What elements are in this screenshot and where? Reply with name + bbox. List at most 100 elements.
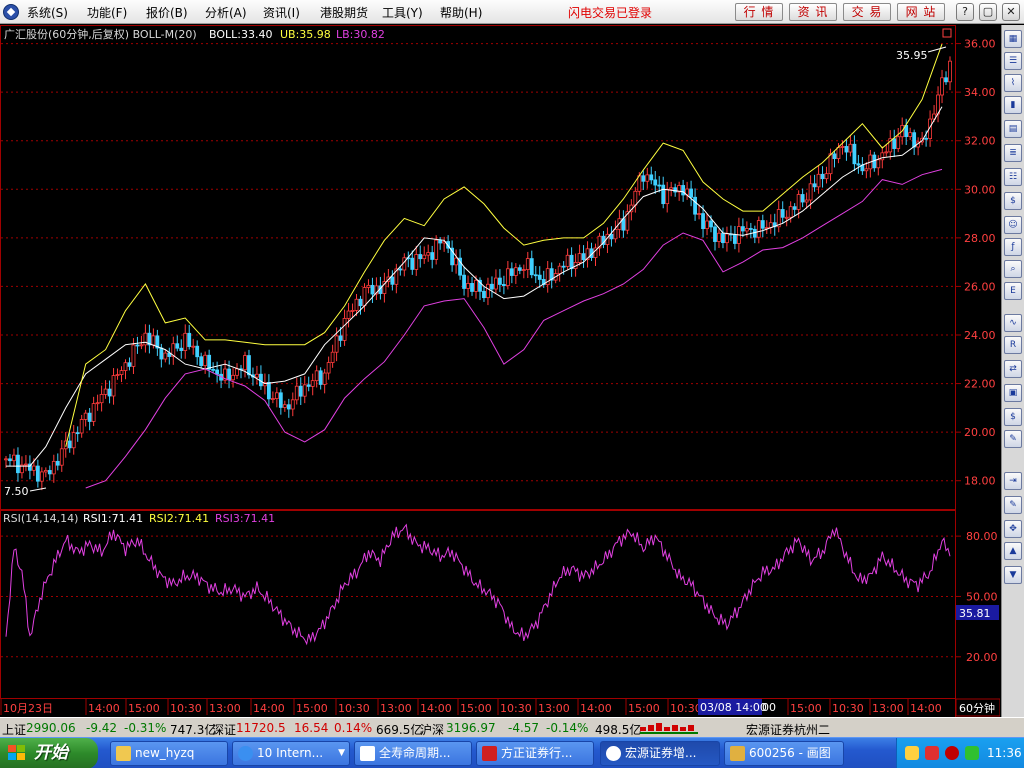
candle-body xyxy=(362,287,367,307)
app-logo-icon[interactable] xyxy=(3,4,19,20)
menu-quote[interactable]: 报价(B) xyxy=(146,4,188,21)
line-chart-icon[interactable]: ⌇ xyxy=(1004,74,1022,92)
sz-index-label: 深证 xyxy=(212,723,237,737)
candle-body xyxy=(306,384,311,387)
candle-body xyxy=(649,174,654,181)
time-tick-label: 13:00 xyxy=(380,702,412,715)
arrow-down-icon[interactable]: ▼ xyxy=(1004,566,1022,584)
candle-body xyxy=(645,174,650,182)
candle-body xyxy=(669,187,674,190)
candle-body xyxy=(561,265,566,268)
candle-body xyxy=(529,258,534,276)
candle-body xyxy=(844,146,849,153)
candle-body xyxy=(107,388,112,397)
etf-icon[interactable]: E xyxy=(1004,282,1022,300)
rsi-indicator-icon[interactable]: R xyxy=(1004,336,1022,354)
candle-body xyxy=(884,151,889,154)
exchange-icon[interactable]: ⇄ xyxy=(1004,360,1022,378)
task-document[interactable]: 全寿命周期... xyxy=(354,741,472,766)
search-icon[interactable]: ⌕ xyxy=(1004,260,1022,278)
menu-system[interactable]: 系统(S) xyxy=(27,4,68,21)
sh-index-amount: 747.3亿 xyxy=(170,723,217,737)
task-hongyuan-securities[interactable]: 宏源证券增... xyxy=(600,741,720,766)
start-button[interactable]: 开始 xyxy=(0,738,98,768)
time-cursor-label: 03/08 14:00 xyxy=(700,701,767,714)
list-view-icon[interactable]: ☰ xyxy=(1004,52,1022,70)
candle-body xyxy=(195,345,200,358)
price-tick-label: 28.00 xyxy=(964,232,996,245)
candle-body xyxy=(816,173,821,188)
help-window-button[interactable]: ? xyxy=(956,3,974,21)
market-breadth-indicator xyxy=(640,723,698,734)
candle-body xyxy=(525,258,530,270)
task-label: 600256 - 画图 xyxy=(749,746,831,760)
candle-body xyxy=(796,194,801,210)
menu-tools[interactable]: 工具(Y) xyxy=(382,4,423,21)
candle-body xyxy=(314,370,319,382)
candle-body xyxy=(482,290,486,299)
draw-pencil-icon[interactable]: ✎ xyxy=(1004,496,1022,514)
quote-list-icon[interactable]: ☷ xyxy=(1004,168,1022,186)
restore-window-button[interactable]: ▢ xyxy=(979,3,997,21)
candle-body xyxy=(358,298,363,307)
menu-function[interactable]: 功能(F) xyxy=(87,4,127,21)
chart-area[interactable]: 36.00 34.00 32.00 30.00 28.00 26.00 24.00 22.00… xyxy=(0,25,1000,717)
finance-icon[interactable]: $ xyxy=(1004,192,1022,210)
candle-body xyxy=(864,168,869,172)
nav-info-button[interactable]: 资 讯 xyxy=(789,3,837,21)
nav-trade-button[interactable]: 交 易 xyxy=(843,3,891,21)
menu-help[interactable]: 帮助(H) xyxy=(440,4,482,21)
time-tick-label: 13:00 xyxy=(209,702,241,715)
users-icon[interactable]: ☺ xyxy=(1004,216,1022,234)
candle-body xyxy=(103,388,108,395)
panel-maximize-icon[interactable] xyxy=(942,28,952,38)
settings-icon[interactable]: ✎ xyxy=(1004,430,1022,448)
task-founder-securities[interactable]: 方正证券行... xyxy=(476,741,594,766)
candle-body xyxy=(717,232,721,242)
close-window-button[interactable]: ✕ xyxy=(1002,3,1020,21)
task-paint[interactable]: 600256 - 画图 xyxy=(724,741,844,766)
candle-body xyxy=(91,403,96,422)
menu-info[interactable]: 资讯(I) xyxy=(263,4,300,21)
wave-icon[interactable]: ∿ xyxy=(1004,314,1022,332)
candle-body xyxy=(641,175,646,182)
period-label[interactable]: 60分钟 xyxy=(959,701,995,715)
nav-quote-button[interactable]: 行 情 xyxy=(735,3,783,21)
table-icon[interactable]: ▤ xyxy=(1004,120,1022,138)
time-axis: 10月23日 14:00 15:00 10:30 13:00 14:00 15:00 10:3… xyxy=(0,699,942,715)
grid-view-icon[interactable]: ▦ xyxy=(1004,30,1022,48)
candle-body xyxy=(856,163,861,166)
security-shield-icon[interactable] xyxy=(925,746,939,760)
function-icon[interactable]: ƒ xyxy=(1004,238,1022,256)
keyboard-icon[interactable] xyxy=(905,746,919,760)
ub-value-label: UB:35.98 xyxy=(280,28,331,41)
menu-analysis[interactable]: 分析(A) xyxy=(205,4,247,21)
candle-body xyxy=(501,284,506,286)
candle-body xyxy=(836,147,841,159)
candle-body xyxy=(179,347,184,351)
candle-body xyxy=(139,344,144,347)
candle-body xyxy=(756,220,761,238)
task-explorer[interactable]: new_hyzq xyxy=(110,741,228,766)
candle-body xyxy=(804,199,809,203)
alert-icon[interactable] xyxy=(945,746,959,760)
price-tick-label: 26.00 xyxy=(964,280,996,293)
hs-index-label: 沪深 xyxy=(420,723,445,737)
candle-body xyxy=(326,362,331,374)
move-icon[interactable]: ✥ xyxy=(1004,520,1022,538)
candle-body xyxy=(537,274,542,280)
broker-name: 宏源证券杭州二 xyxy=(746,723,831,737)
network-icon[interactable] xyxy=(965,746,979,760)
nav-website-button[interactable]: 网 站 xyxy=(897,3,945,21)
calculator-icon[interactable]: ▣ xyxy=(1004,384,1022,402)
menu-hk-futures[interactable]: 港股期货 xyxy=(320,4,368,21)
login-icon[interactable]: ⇥ xyxy=(1004,472,1022,490)
time-tick-label: 10:30 xyxy=(832,702,864,715)
candle-chart-icon[interactable]: ▮ xyxy=(1004,96,1022,114)
task-browser[interactable]: 10 Intern... ▼ xyxy=(232,741,350,766)
arrow-up-icon[interactable]: ▲ xyxy=(1004,542,1022,560)
candle-body xyxy=(633,190,638,206)
report-icon[interactable]: ≣ xyxy=(1004,144,1022,162)
money-icon[interactable]: $ xyxy=(1004,408,1022,426)
candle-body xyxy=(163,352,168,360)
